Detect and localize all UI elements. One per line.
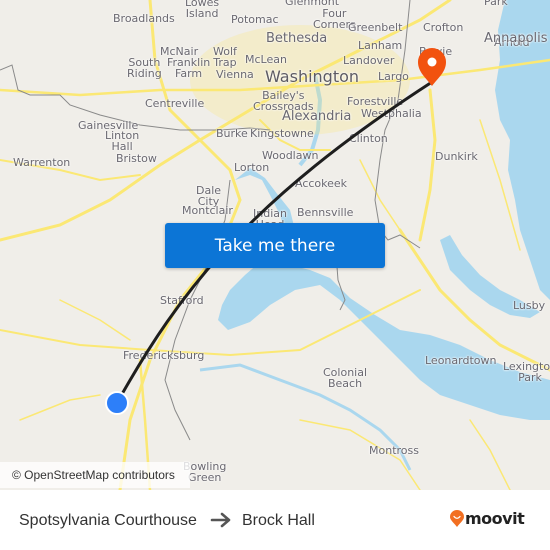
route-destination-label: Brock Hall xyxy=(242,512,315,529)
arrow-right-icon xyxy=(210,512,231,528)
map-view[interactable]: Lowes Island Broadlands Potomac Glenmont Four… xyxy=(0,0,550,490)
moovit-pin-icon xyxy=(450,510,464,527)
origin-marker xyxy=(105,391,129,415)
moovit-wordmark: moovit xyxy=(465,509,525,528)
destination-marker xyxy=(418,48,446,86)
take-me-there-button[interactable]: Take me there xyxy=(165,223,385,268)
route-origin-label: Spotsylvania Courthouse xyxy=(19,512,197,529)
map-attribution[interactable]: © OpenStreetMap contributors xyxy=(0,462,190,488)
moovit-logo[interactable]: moovit xyxy=(450,509,525,528)
